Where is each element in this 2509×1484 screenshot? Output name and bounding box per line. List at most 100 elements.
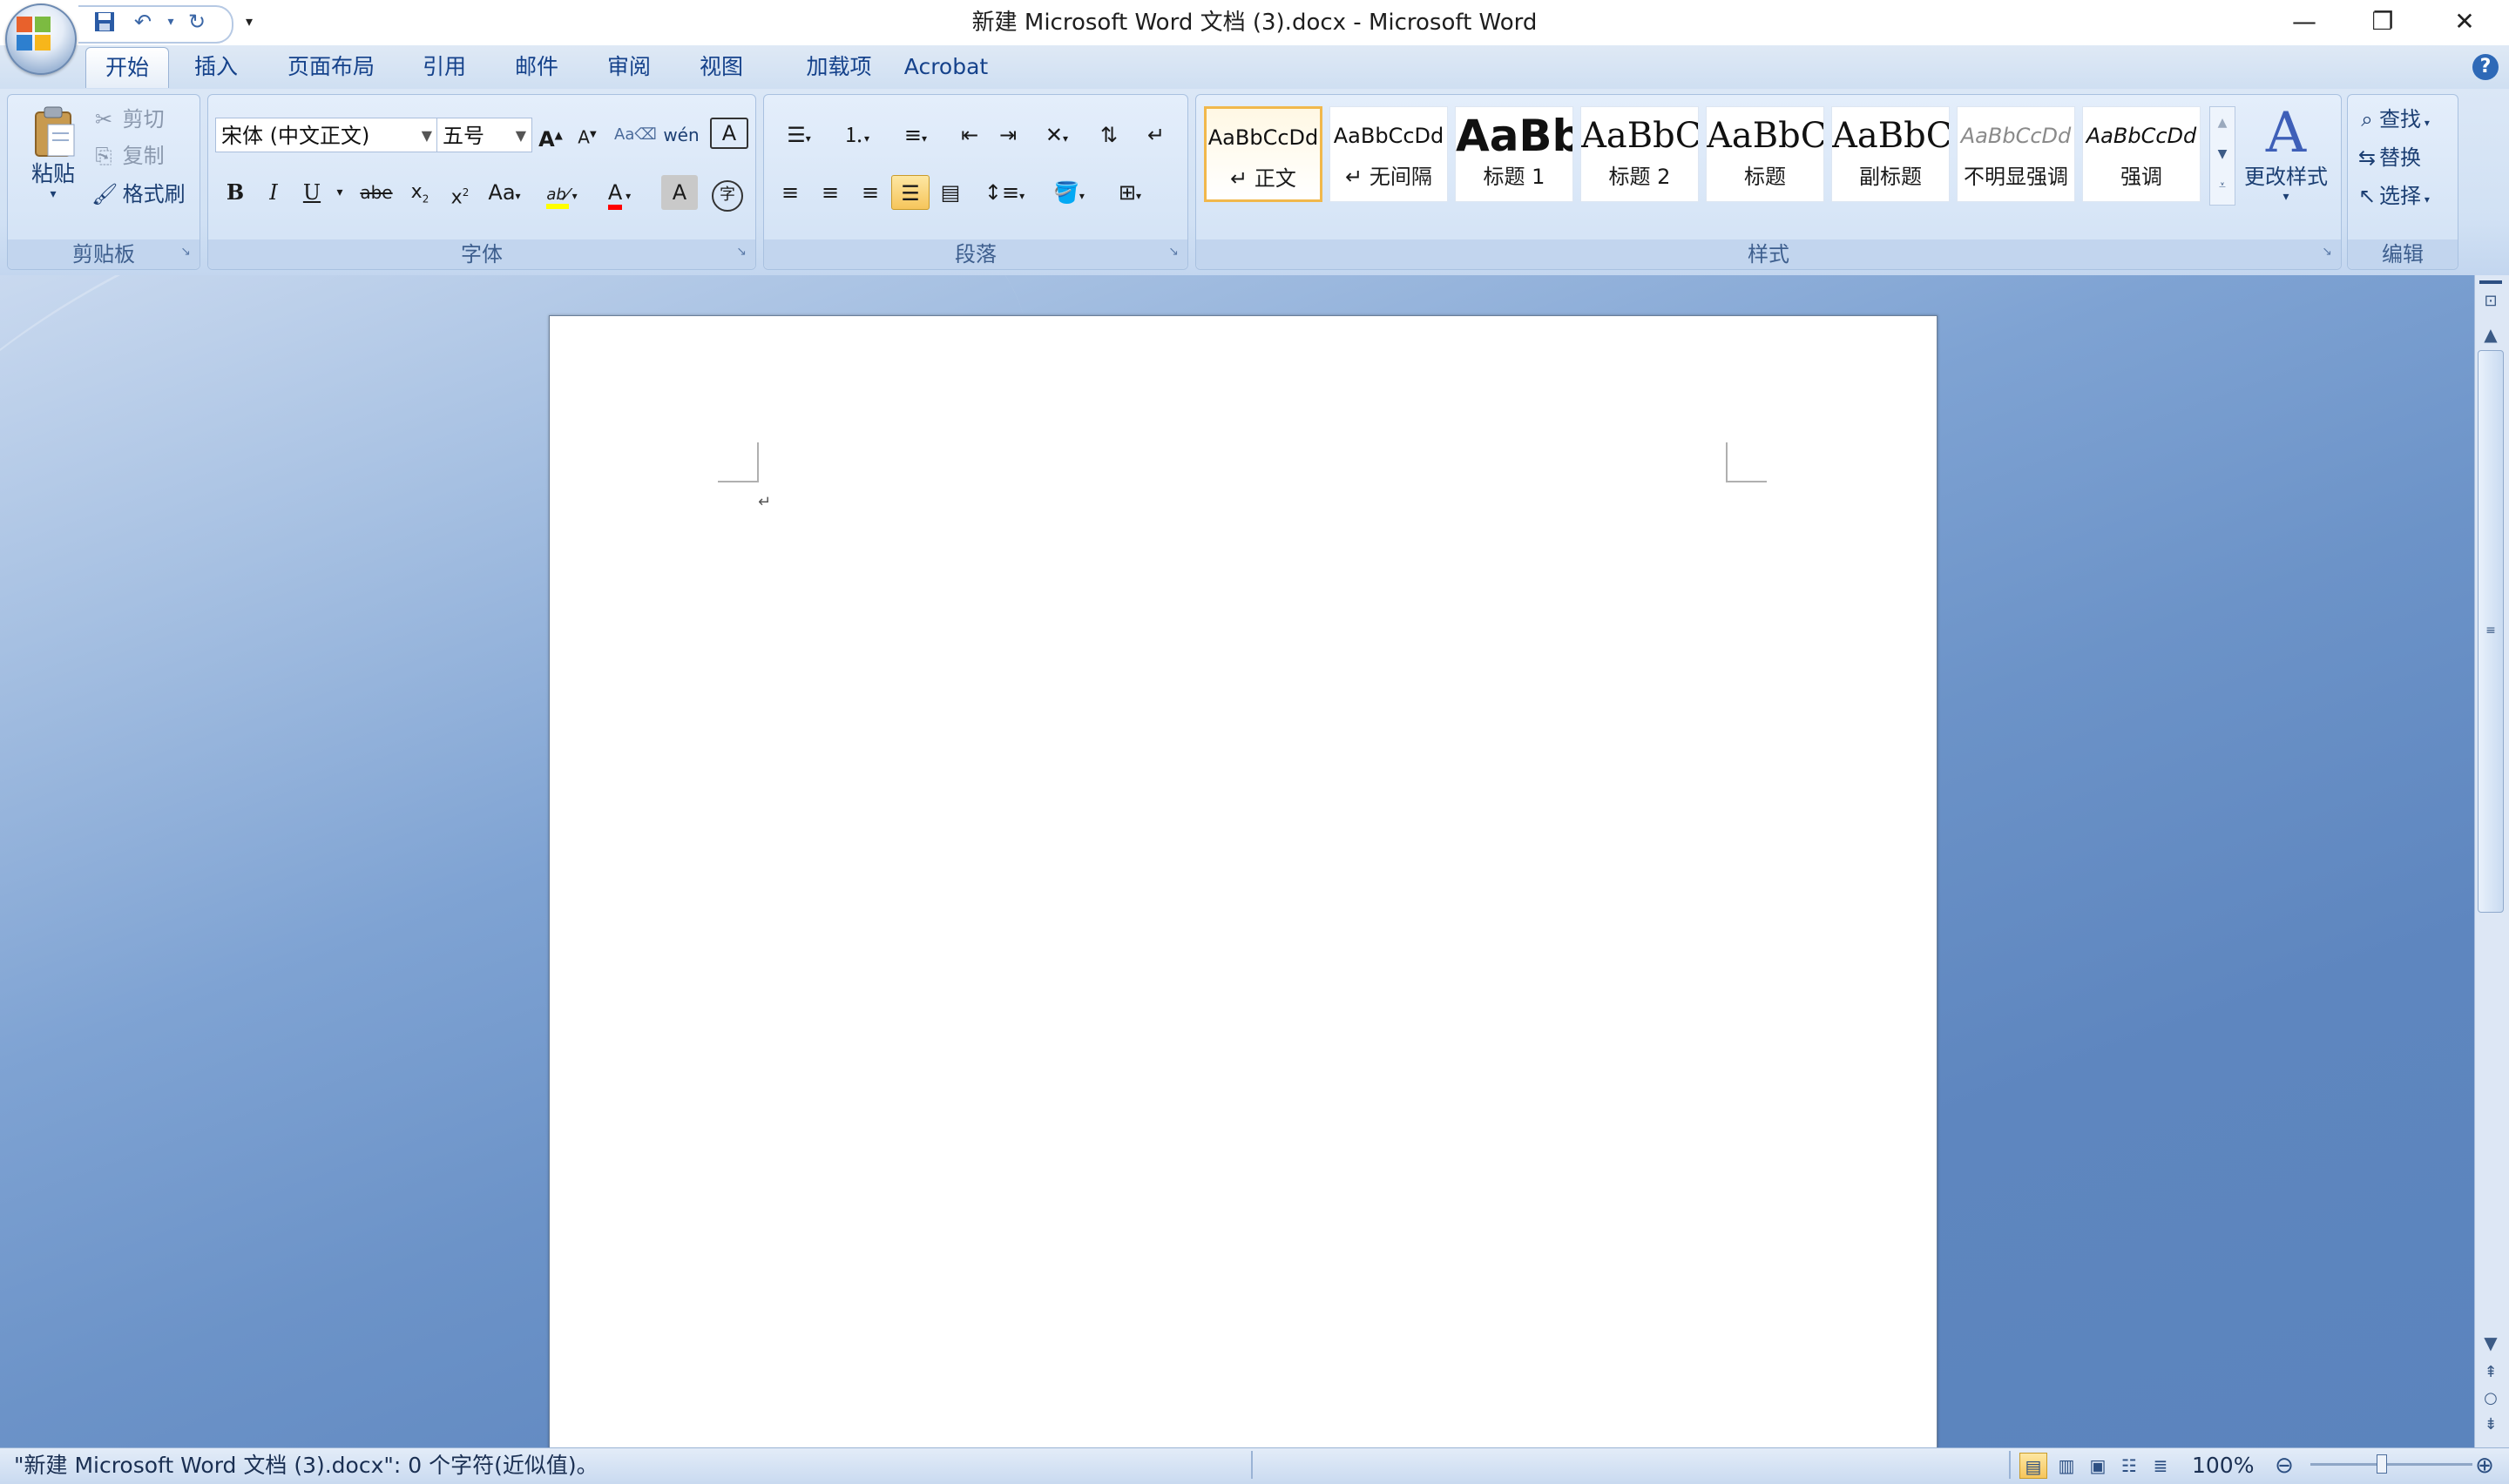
tab-mailings[interactable]: 邮件 bbox=[502, 47, 571, 87]
style-no-spacing[interactable]: AaBbCcDd ↵ 无间隔 bbox=[1329, 106, 1448, 202]
shading-icon[interactable]: 🪣▾ bbox=[1041, 175, 1097, 210]
find-button[interactable]: ⌕ 查找 ▾ bbox=[2355, 104, 2430, 135]
style-subtle-emphasis[interactable]: AaBbCcDd 不明显强调 bbox=[1957, 106, 2075, 202]
next-page-icon[interactable]: ⇟ bbox=[2478, 1413, 2504, 1437]
tab-home[interactable]: 开始 bbox=[85, 47, 169, 88]
tab-view[interactable]: 视图 bbox=[686, 47, 756, 87]
decrease-indent-icon[interactable]: ⇤ bbox=[950, 118, 989, 152]
style-name: 标题 2 bbox=[1608, 165, 1671, 189]
superscript-icon[interactable]: x2 bbox=[442, 175, 478, 210]
undo-icon[interactable]: ↶ bbox=[127, 7, 159, 37]
tab-page-layout[interactable]: 页面布局 bbox=[277, 47, 385, 87]
bullets-icon[interactable]: ☰▾ bbox=[771, 118, 827, 152]
show-formatting-marks-icon[interactable]: ↵ bbox=[1137, 118, 1175, 152]
style-heading-2[interactable]: AaBbC 标题 2 bbox=[1580, 106, 1699, 202]
print-layout-icon[interactable]: ▤ bbox=[2019, 1453, 2047, 1479]
document-page[interactable] bbox=[549, 315, 1938, 1467]
help-icon[interactable]: ? bbox=[2472, 54, 2499, 80]
save-icon[interactable] bbox=[89, 7, 120, 37]
style-title[interactable]: AaBbC 标题 bbox=[1706, 106, 1824, 202]
character-border-icon[interactable]: A bbox=[710, 118, 748, 149]
font-size-combo[interactable]: 五号 ▼ bbox=[436, 118, 532, 152]
dialog-launcher-icon[interactable]: ↘ bbox=[179, 245, 193, 259]
paste-button[interactable]: 粘贴 ▾ bbox=[24, 105, 83, 236]
zoom-slider-thumb[interactable] bbox=[2377, 1454, 2387, 1474]
sort-icon[interactable]: ⇅ bbox=[1090, 118, 1128, 152]
format-painter-button[interactable]: 🖌 格式刷 bbox=[91, 179, 186, 210]
subscript-icon[interactable]: x2 bbox=[402, 175, 438, 210]
dialog-launcher-icon[interactable]: ↘ bbox=[2320, 245, 2334, 259]
style-subtitle[interactable]: AaBbC 副标题 bbox=[1831, 106, 1950, 202]
multilevel-list-icon[interactable]: ≡▾ bbox=[888, 118, 943, 152]
copy-button[interactable]: ⎘ 复制 bbox=[91, 140, 164, 172]
shrink-font-icon[interactable]: A▼ bbox=[569, 118, 605, 152]
outline-view-icon[interactable]: ☷ bbox=[2115, 1453, 2143, 1479]
font-color-label: A bbox=[607, 180, 623, 210]
phonetic-guide-icon[interactable]: wén bbox=[659, 118, 703, 152]
bold-button[interactable]: B bbox=[217, 175, 254, 210]
distributed-icon[interactable]: ▤ bbox=[931, 175, 970, 210]
strikethrough-button[interactable]: abe bbox=[355, 175, 398, 210]
align-center-icon[interactable]: ≡ bbox=[811, 175, 849, 210]
editing-group-label: 编辑 bbox=[2348, 239, 2458, 269]
tab-acrobat[interactable]: Acrobat bbox=[901, 47, 991, 87]
clear-formatting-icon[interactable]: Aa⌫ bbox=[614, 118, 657, 152]
align-left-icon[interactable]: ≡ bbox=[771, 175, 809, 210]
draft-view-icon[interactable]: ≣ bbox=[2147, 1453, 2174, 1479]
line-spacing-icon[interactable]: ↕≡▾ bbox=[978, 175, 1031, 210]
tab-references[interactable]: 引用 bbox=[409, 47, 479, 87]
italic-button[interactable]: I bbox=[255, 175, 292, 210]
cut-button[interactable]: ✂ 剪切 bbox=[91, 104, 165, 135]
font-name-combo[interactable]: 宋体 (中文正文) ▼ bbox=[215, 118, 438, 152]
tab-addins[interactable]: 加载项 bbox=[782, 47, 896, 87]
ruler-toggle-icon[interactable]: ⊡ bbox=[2478, 289, 2504, 314]
restore-button[interactable]: ❐ bbox=[2343, 0, 2422, 45]
zoom-level[interactable]: 100% bbox=[2192, 1447, 2254, 1483]
minimize-button[interactable]: — bbox=[2265, 0, 2343, 45]
scroll-down-icon[interactable]: ▼ bbox=[2210, 138, 2235, 170]
select-browse-object-icon[interactable]: ○ bbox=[2478, 1386, 2504, 1411]
style-sample: AaBbCcDd bbox=[2086, 124, 2197, 148]
style-emphasis[interactable]: AaBbCcDd 强调 bbox=[2082, 106, 2201, 202]
scroll-up-icon[interactable]: ▲ bbox=[2478, 322, 2504, 347]
borders-icon[interactable]: ⊞▾ bbox=[1102, 175, 1158, 210]
replace-button[interactable]: ⇆ 替换 bbox=[2355, 142, 2421, 173]
zoom-slider[interactable] bbox=[2310, 1463, 2472, 1466]
justify-icon[interactable]: ☰ bbox=[891, 175, 930, 210]
numbering-icon[interactable]: ⒈▾ bbox=[828, 118, 884, 152]
chinese-layout-icon[interactable]: ✕▾ bbox=[1031, 118, 1083, 152]
style-normal[interactable]: AaBbCcDd ↵ 正文 bbox=[1204, 106, 1322, 202]
gallery-more-icon[interactable]: ⩡ bbox=[2210, 170, 2235, 201]
select-button[interactable]: ↖ 选择 ▾ bbox=[2355, 180, 2430, 212]
zoom-in-icon[interactable]: ⊕ bbox=[2471, 1453, 2499, 1479]
change-case-button[interactable]: Aa▾ bbox=[482, 175, 527, 210]
customize-qat-icon[interactable]: ▾ bbox=[233, 7, 265, 37]
enclose-characters-icon[interactable]: 字 bbox=[708, 175, 747, 212]
tab-insert[interactable]: 插入 bbox=[181, 47, 251, 87]
increase-indent-icon[interactable]: ⇥ bbox=[989, 118, 1027, 152]
dialog-launcher-icon[interactable]: ↘ bbox=[734, 245, 748, 259]
scroll-down-icon[interactable]: ▼ bbox=[2478, 1331, 2504, 1355]
web-layout-icon[interactable]: ▣ bbox=[2084, 1453, 2112, 1479]
zoom-out-icon[interactable]: ⊖ bbox=[2270, 1453, 2298, 1479]
align-right-icon[interactable]: ≡ bbox=[851, 175, 889, 210]
split-handle-icon[interactable] bbox=[2479, 280, 2502, 284]
underline-dropdown-icon[interactable]: ▾ bbox=[330, 175, 349, 210]
close-button[interactable]: ✕ bbox=[2425, 0, 2504, 45]
font-color-button[interactable]: A ▾ bbox=[593, 175, 646, 210]
dialog-launcher-icon[interactable]: ↘ bbox=[1167, 245, 1180, 259]
tab-review[interactable]: 审阅 bbox=[594, 47, 664, 87]
style-name: 不明显强调 bbox=[1964, 165, 2068, 189]
style-heading-1[interactable]: AaBb 标题 1 bbox=[1455, 106, 1573, 202]
previous-page-icon[interactable]: ⇞ bbox=[2478, 1360, 2504, 1385]
style-gallery-scroll: ▲ ▼ ⩡ bbox=[2209, 106, 2235, 206]
redo-icon[interactable]: ↻ bbox=[181, 7, 213, 37]
chevron-down-icon: ▾ bbox=[2282, 190, 2289, 204]
scroll-up-icon[interactable]: ▲ bbox=[2210, 107, 2235, 138]
underline-button[interactable]: U bbox=[294, 175, 330, 210]
highlight-button[interactable]: ab⁄ ▾ bbox=[536, 175, 588, 210]
character-shading-icon[interactable]: A bbox=[661, 175, 698, 210]
full-screen-reading-icon[interactable]: ▥ bbox=[2053, 1453, 2080, 1479]
change-styles-button[interactable]: A 更改样式 ▾ bbox=[2241, 103, 2331, 225]
grow-font-icon[interactable]: A▲ bbox=[532, 118, 569, 152]
